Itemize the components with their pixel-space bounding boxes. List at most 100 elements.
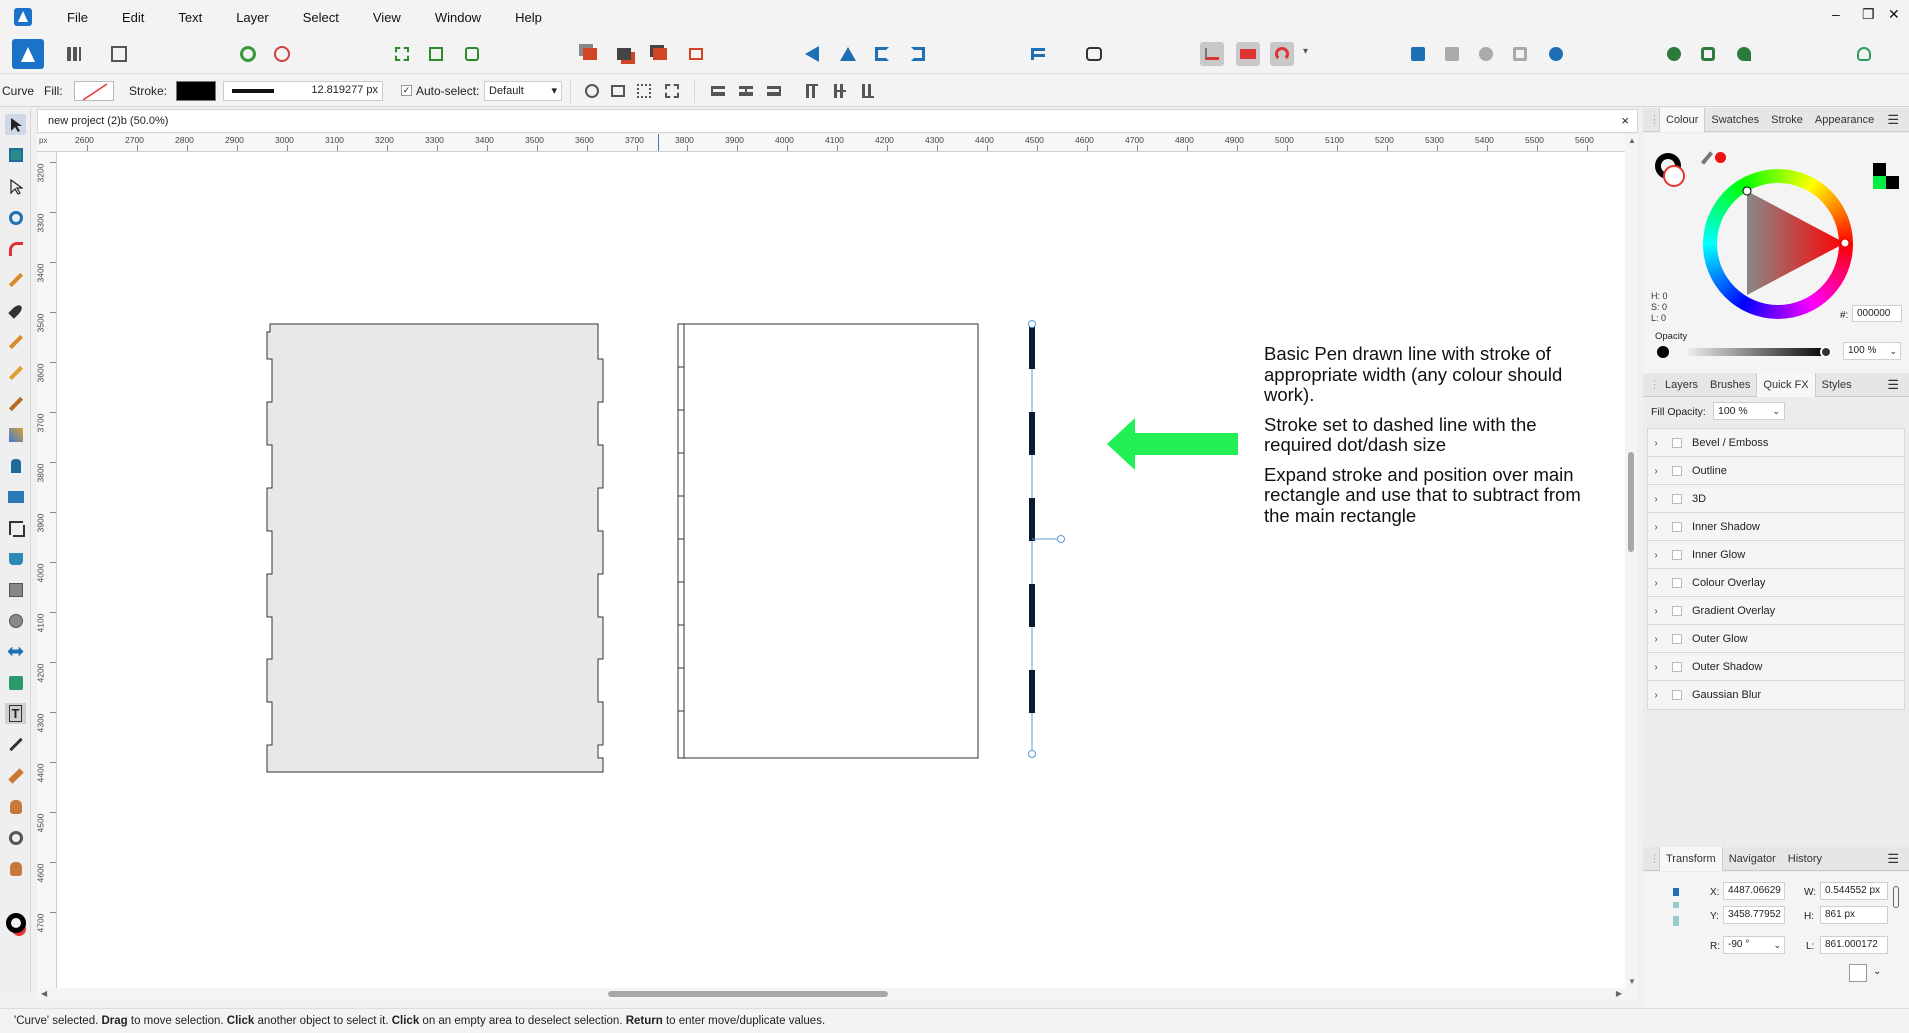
fx-row[interactable]: › Gaussian Blur: [1647, 680, 1905, 710]
auto-select-dropdown[interactable]: Default ▾: [484, 81, 562, 101]
menu-window[interactable]: Window: [418, 10, 498, 25]
boolean-add-icon[interactable]: [1406, 42, 1430, 66]
user-account-icon[interactable]: [1852, 42, 1876, 66]
place-image-tool-icon[interactable]: [5, 486, 26, 507]
geometry-icon[interactable]: [1662, 42, 1686, 66]
crop-tool-icon[interactable]: [5, 517, 26, 538]
y-position-input[interactable]: 3458.77952: [1723, 906, 1785, 924]
force-pixel-alignment-icon[interactable]: [1200, 42, 1224, 66]
fx-checkbox[interactable]: [1672, 466, 1682, 476]
fx-checkbox[interactable]: [1672, 690, 1682, 700]
rotate-right-icon[interactable]: [906, 42, 930, 66]
rectangle-tool-icon[interactable]: [5, 579, 26, 600]
boolean-intersect-icon[interactable]: [1474, 42, 1498, 66]
tab-transform[interactable]: Transform: [1659, 846, 1723, 871]
tab-navigator[interactable]: Navigator: [1723, 853, 1782, 865]
stroke-swatch[interactable]: [176, 81, 216, 101]
boolean-xor-icon[interactable]: [1508, 42, 1532, 66]
colour-picker-icon[interactable]: [1700, 151, 1714, 165]
align-left-icon[interactable]: [706, 79, 730, 103]
rotation-input[interactable]: -90 ° ⌄: [1723, 936, 1785, 954]
fill-tool-icon[interactable]: [5, 424, 26, 445]
horizontal-ruler[interactable]: px 2600 2700 2800 2900 3000 3100 3200 3300 3400 3…: [37, 134, 1638, 152]
document-tab[interactable]: new project (2)b (50.0%) ×: [37, 109, 1638, 133]
fx-row[interactable]: › Bevel / Emboss: [1647, 428, 1905, 458]
snapping-magnet-icon[interactable]: [1270, 42, 1294, 66]
fx-row[interactable]: › Outline: [1647, 456, 1905, 486]
vertical-ruler[interactable]: 3200 3300 3400 3500 3600 3700 3800 3900 4000 4100…: [37, 152, 57, 988]
panel-menu-icon[interactable]: ☰: [1881, 377, 1905, 393]
arrange-backward-icon[interactable]: [612, 42, 636, 66]
menu-help[interactable]: Help: [498, 10, 559, 25]
chevron-right-icon[interactable]: ›: [1648, 522, 1664, 533]
height-input[interactable]: 861 px: [1820, 906, 1888, 924]
menu-select[interactable]: Select: [286, 10, 356, 25]
fill-swatch[interactable]: [74, 81, 114, 101]
vector-brush-tool-icon[interactable]: [5, 331, 26, 352]
menu-text[interactable]: Text: [161, 10, 219, 25]
move-by-whole-pixels-icon[interactable]: [1236, 42, 1260, 66]
tab-layers[interactable]: Layers: [1659, 379, 1704, 391]
scroll-right-icon[interactable]: ▶: [1616, 989, 1622, 998]
flip-horizontal-icon[interactable]: [800, 42, 824, 66]
chevron-down-icon[interactable]: ⌄: [1873, 966, 1881, 977]
boolean-subtract-icon[interactable]: [1440, 42, 1464, 66]
width-input[interactable]: 0.544552 px: [1820, 882, 1888, 900]
fx-row[interactable]: › 3D: [1647, 484, 1905, 514]
fx-checkbox[interactable]: [1672, 550, 1682, 560]
fx-checkbox[interactable]: [1672, 494, 1682, 504]
pencil-alt-tool-icon[interactable]: [5, 362, 26, 383]
x-position-input[interactable]: 4487.06629: [1723, 882, 1785, 900]
tab-swatches[interactable]: Swatches: [1705, 114, 1765, 126]
fx-row[interactable]: › Gradient Overlay: [1647, 596, 1905, 626]
length-input[interactable]: 861.000172: [1820, 936, 1888, 954]
vertical-scroll-thumb[interactable]: [1628, 452, 1634, 552]
opacity-input[interactable]: 100 % ⌄: [1843, 342, 1901, 360]
pen-tool-icon[interactable]: [5, 300, 26, 321]
chevron-right-icon[interactable]: ›: [1648, 550, 1664, 561]
fx-checkbox[interactable]: [1672, 634, 1682, 644]
arrange-back-icon[interactable]: [578, 42, 602, 66]
move-inside-icon[interactable]: [390, 42, 414, 66]
fx-checkbox[interactable]: [1672, 662, 1682, 672]
measure-tool-icon[interactable]: [5, 765, 26, 786]
align-top-icon[interactable]: [800, 79, 824, 103]
geometry-split-icon[interactable]: [1732, 42, 1756, 66]
fx-row[interactable]: › Inner Shadow: [1647, 512, 1905, 542]
hand-tool-icon[interactable]: [5, 858, 26, 879]
arrange-forward-icon[interactable]: [648, 42, 672, 66]
snapping-dropdown-icon[interactable]: ▾: [1303, 46, 1308, 57]
align-center-icon[interactable]: [734, 79, 758, 103]
minimize-button[interactable]: –: [1832, 6, 1840, 22]
fill-stroke-selector-icon[interactable]: [5, 908, 26, 938]
arrange-front-icon[interactable]: [684, 42, 708, 66]
view-tool-icon[interactable]: [5, 796, 26, 817]
drag-handle-icon[interactable]: ⋮: [1643, 852, 1660, 865]
menu-file[interactable]: File: [50, 10, 105, 25]
show-handles-icon[interactable]: [632, 79, 656, 103]
snapping-off-icon[interactable]: [270, 42, 294, 66]
chevron-right-icon[interactable]: ›: [1648, 634, 1664, 645]
restore-button[interactable]: ❐: [1862, 6, 1875, 23]
tab-brushes[interactable]: Brushes: [1704, 379, 1756, 391]
chevron-right-icon[interactable]: ›: [1648, 438, 1664, 449]
fill-bucket-tool-icon[interactable]: [5, 548, 26, 569]
drag-handle-icon[interactable]: ⋮: [1643, 113, 1660, 126]
align-bottom-icon[interactable]: [856, 79, 880, 103]
size-lock-icon[interactable]: [660, 79, 684, 103]
fx-checkbox[interactable]: [1672, 438, 1682, 448]
menu-layer[interactable]: Layer: [219, 10, 286, 25]
scroll-down-icon[interactable]: ▼: [1628, 977, 1636, 986]
geometry-combine-icon[interactable]: [1696, 42, 1720, 66]
frame-text-tool-icon[interactable]: T: [5, 703, 26, 724]
artistic-text-tool-icon[interactable]: [5, 672, 26, 693]
scroll-left-icon[interactable]: ◀: [41, 989, 47, 998]
colour-wheel[interactable]: [1703, 169, 1853, 319]
horizontal-scrollbar[interactable]: ◀ ▶: [37, 988, 1638, 1001]
rotate-left-icon[interactable]: [870, 42, 894, 66]
align-right-icon[interactable]: [762, 79, 786, 103]
canvas-artwork[interactable]: [57, 152, 1625, 988]
point-transform-tool-icon[interactable]: [5, 207, 26, 228]
drag-handle-icon[interactable]: ⋮: [1643, 378, 1660, 391]
fx-row[interactable]: › Outer Glow: [1647, 624, 1905, 654]
